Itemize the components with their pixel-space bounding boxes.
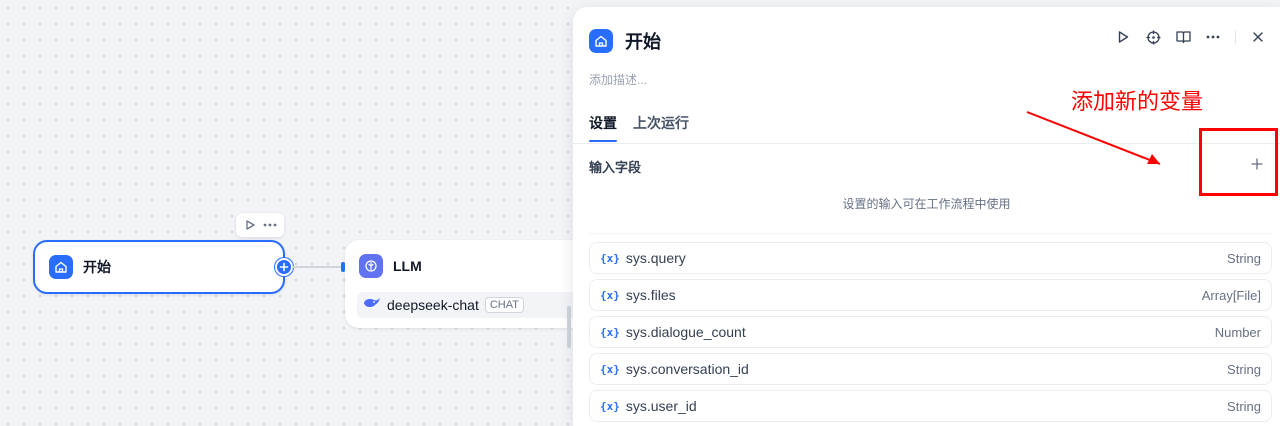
add-node-handle[interactable] <box>275 258 293 276</box>
variable-row: {x} sys.files Array[File] <box>589 279 1272 311</box>
plus-icon <box>279 262 289 272</box>
llm-brain-icon <box>359 254 383 278</box>
variable-row: {x} sys.conversation_id String <box>589 353 1272 385</box>
start-node[interactable]: 开始 <box>33 240 285 294</box>
panel-actions <box>1115 29 1266 45</box>
annotation-highlight-box <box>1199 128 1278 196</box>
panel-tabs: 设置 上次运行 <box>589 113 689 142</box>
input-fields-title: 输入字段 <box>589 160 642 175</box>
variable-row: {x} sys.dialogue_count Number <box>589 316 1272 348</box>
variable-row: {x} sys.user_id String <box>589 390 1272 422</box>
section-divider <box>589 233 1272 234</box>
more-icon[interactable] <box>1205 29 1221 45</box>
tab-last-run[interactable]: 上次运行 <box>633 113 689 142</box>
variable-type: String <box>1227 361 1261 377</box>
variable-name: sys.conversation_id <box>625 361 749 377</box>
actions-divider <box>1235 30 1236 44</box>
input-fields-hint: 设置的输入可在工作流程中使用 <box>842 197 1011 211</box>
variable-type: String <box>1227 250 1261 266</box>
variable-icon: {x} <box>600 362 620 376</box>
start-node-toolbar <box>236 213 284 237</box>
variable-name: sys.dialogue_count <box>625 324 746 340</box>
variable-row: {x} sys.query String <box>589 242 1272 274</box>
annotation-arrow-icon <box>1026 111 1161 165</box>
tab-settings[interactable]: 设置 <box>589 113 617 142</box>
model-mode-badge: CHAT <box>484 297 524 313</box>
panel-resize-handle[interactable] <box>567 306 571 348</box>
model-selector[interactable]: deepseek-chat CHAT <box>357 292 593 318</box>
book-icon[interactable] <box>1175 29 1191 45</box>
variable-name: sys.files <box>625 287 676 303</box>
description-input[interactable]: 添加描述... <box>589 71 647 88</box>
variable-icon: {x} <box>600 399 620 413</box>
variable-type: String <box>1227 398 1261 414</box>
panel-title[interactable]: 开始 <box>625 28 661 54</box>
more-icon[interactable] <box>262 217 278 233</box>
variable-icon: {x} <box>600 251 620 265</box>
play-icon[interactable] <box>242 217 258 233</box>
locate-icon[interactable] <box>1145 29 1161 45</box>
llm-node-title: LLM <box>393 258 422 274</box>
home-icon <box>589 29 613 53</box>
variable-name: sys.user_id <box>625 398 697 414</box>
home-icon <box>49 255 73 279</box>
variable-icon: {x} <box>600 288 620 302</box>
edge-connector <box>292 266 344 268</box>
system-variable-list: {x} sys.query String {x} sys.files Array… <box>589 242 1272 426</box>
variable-name: sys.query <box>625 250 686 266</box>
llm-node[interactable]: LLM deepseek-chat CHAT <box>345 240 605 328</box>
model-name: deepseek-chat <box>387 297 479 313</box>
whale-icon <box>363 296 381 315</box>
close-icon[interactable] <box>1250 29 1266 45</box>
run-icon[interactable] <box>1115 29 1131 45</box>
start-node-title: 开始 <box>83 259 111 275</box>
variable-icon: {x} <box>600 325 620 339</box>
variable-type: Array[File] <box>1201 287 1261 303</box>
tabs-divider <box>573 143 1280 144</box>
variable-type: Number <box>1214 324 1261 340</box>
node-settings-panel: 开始 添加描述... 设置 上次运行 输入字段 设置的输入可在工作流程中使用 {… <box>573 7 1280 426</box>
